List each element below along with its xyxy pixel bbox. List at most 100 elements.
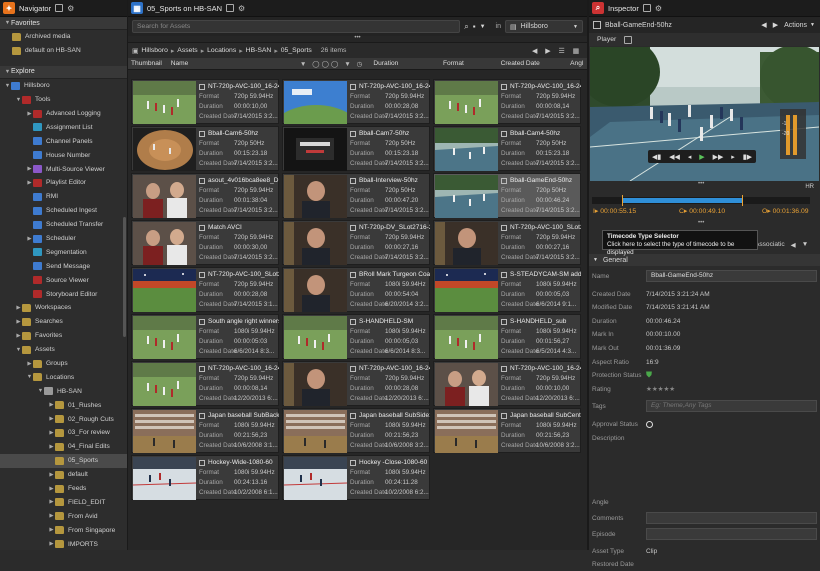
tree-item[interactable]: Scheduled Ingest [0, 204, 127, 218]
asset-thumbnail[interactable] [133, 410, 196, 453]
chevron-right-icon[interactable]: ▶ [15, 333, 22, 339]
asset-thumbnail[interactable] [133, 363, 196, 406]
asset-card[interactable]: S-STEADYCAM-SM addfo Format 1080i 59.94Hz D… [433, 267, 581, 312]
tree-item[interactable]: Scheduled Transfer [0, 218, 127, 232]
asset-thumbnail[interactable] [284, 175, 347, 218]
asset-thumbnail[interactable] [284, 410, 347, 453]
asset-thumbnail[interactable] [435, 128, 498, 171]
tree-item[interactable]: ▶ Searches [0, 315, 127, 329]
tree-item[interactable]: RMI [0, 190, 127, 204]
video-player[interactable]: -1 -20 ◀▮ ◀◀ ◂ ▶ ▶▶ ▸ ▮▶ [590, 47, 819, 181]
asset-card[interactable]: Bball-Cam4-50hz Format 720p 50Hz Duration 00… [433, 126, 581, 171]
timeline-mark-in[interactable] [622, 195, 623, 206]
asset-card[interactable]: NT-720p-AVC-100_16-24... Format 720p 59.94… [433, 79, 581, 124]
asset-checkbox[interactable] [501, 412, 507, 419]
asset-checkbox[interactable] [199, 83, 205, 90]
chevron-right-icon[interactable]: ▶ [26, 236, 33, 242]
chevron-right-icon[interactable]: ▶ [15, 305, 22, 311]
column-thumbnail[interactable]: Thumbnail [128, 60, 168, 67]
column-format[interactable]: Format [440, 60, 498, 67]
breadcrumb-item[interactable]: 05_Sports [281, 47, 312, 54]
asset-card[interactable]: Hockey -Close-1080-60 Format 1080i 59.94Hz… [282, 455, 430, 500]
asset-thumbnail[interactable] [133, 457, 196, 500]
breadcrumb-item[interactable]: Hillsboro [141, 47, 167, 54]
approval-status-icon[interactable] [646, 420, 653, 428]
tree-item[interactable]: ▼ Assets [0, 343, 127, 357]
asset-thumbnail[interactable] [133, 81, 196, 124]
asset-checkbox[interactable] [501, 224, 507, 231]
asset-card[interactable]: NT-720p-DV_SLot2716-3... Format 720p 59.94… [282, 220, 430, 265]
asset-checkbox[interactable] [501, 365, 507, 372]
asset-thumbnail[interactable] [435, 81, 498, 124]
tree-item[interactable]: ▼ HB-SAN [0, 384, 127, 398]
chevron-right-icon[interactable]: ▶ [26, 166, 33, 172]
search-input[interactable]: Search for Assets [132, 20, 461, 33]
asset-card[interactable]: Bball-GameEnd-50hz Format 720p 50Hz Duratio… [433, 173, 581, 218]
explore-section-header[interactable]: ▼ Explore [0, 65, 127, 79]
favorite-item[interactable]: default on HB-SAN [0, 44, 127, 58]
asset-thumbnail[interactable] [435, 269, 498, 312]
chevron-right-icon[interactable]: ▶ [48, 541, 55, 547]
asset-thumbnail[interactable] [284, 128, 347, 171]
asset-card[interactable]: Match AVCI Format 720p 59.94Hz Duration 00:0… [131, 220, 279, 265]
chevron-right-icon[interactable]: ▶ [48, 499, 55, 505]
chevron-right-icon[interactable]: ▶ [48, 486, 55, 492]
asset-thumbnail[interactable] [435, 175, 498, 218]
popout-icon[interactable] [642, 4, 651, 12]
chevron-down-icon[interactable]: ▼ [37, 388, 44, 394]
tree-item[interactable]: ▶ Favorites [0, 329, 127, 343]
chevron-down-icon[interactable]: ▼ [15, 97, 22, 103]
next-icon[interactable]: ▶ [545, 47, 550, 55]
asset-checkbox[interactable] [501, 177, 507, 184]
tab-menu-icon[interactable]: ▼ [802, 241, 809, 248]
fast-forward-icon[interactable]: ▶▶ [713, 153, 724, 161]
chevron-right-icon[interactable]: ▶ [48, 513, 55, 519]
step-forward-icon[interactable]: ▮▶ [743, 153, 752, 161]
asset-card[interactable]: S-HANDHELD-SM Format 1080i 59.94Hz Duration… [282, 314, 430, 359]
asset-thumbnail[interactable] [284, 269, 347, 312]
timecode-out[interactable]: O▸ 00:01:36.09 [762, 207, 809, 215]
tab-scroll-left-icon[interactable]: ◀ [791, 241, 796, 249]
asset-card[interactable]: Hockey-Wide-1080-60 Format 1080i 59.94Hz Du… [131, 455, 279, 500]
asset-card[interactable]: South angle right winners Format 1080i 59.… [131, 314, 279, 359]
column-angle[interactable]: Angl [567, 60, 587, 67]
asset-card[interactable]: NT-720p-AVC-100_16-24... Format 720p 59.94… [433, 361, 581, 406]
view-grid-icon[interactable]: ▦ [573, 47, 579, 55]
view-list-icon[interactable]: ☰ [558, 47, 564, 55]
asset-checkbox[interactable] [350, 365, 356, 372]
asset-checkbox[interactable] [199, 365, 205, 372]
timecode-in[interactable]: I▸ 00:00:55.15 [593, 207, 636, 215]
asset-card[interactable]: BRoll Mark Turgeon Coac... Format1080i 59… [282, 267, 430, 312]
popout-icon[interactable] [55, 4, 64, 12]
tree-item[interactable]: ▶ Workspaces [0, 301, 127, 315]
rating-stars[interactable]: ★★★★★ [646, 385, 675, 393]
asset-checkbox[interactable] [501, 83, 507, 90]
breadcrumb-item[interactable]: HB-SAN [246, 47, 272, 54]
play-icon[interactable]: ▶ [699, 153, 704, 161]
asset-thumbnail[interactable] [133, 128, 196, 171]
asset-checkbox[interactable] [501, 130, 507, 137]
property-value[interactable]: Bball-GameEnd-50hz [646, 270, 817, 282]
asset-thumbnail[interactable] [435, 316, 498, 359]
asset-thumbnail[interactable] [435, 222, 498, 265]
tree-item[interactable]: ▶ Scheduler [0, 232, 127, 246]
asset-checkbox[interactable] [501, 271, 507, 278]
chevron-right-icon[interactable]: ▶ [48, 444, 55, 450]
asset-checkbox[interactable] [199, 271, 205, 278]
asset-card[interactable]: Japan baseball SubSide10... Format1080i 5… [282, 408, 430, 453]
chevron-right-icon[interactable]: ▶ [48, 527, 55, 533]
chevron-down-icon[interactable]: ▼ [15, 347, 22, 353]
asset-checkbox[interactable] [350, 412, 356, 419]
tree-item[interactable]: ▶ FIELD_EDIT [0, 496, 127, 510]
asset-thumbnail[interactable] [435, 363, 498, 406]
navigator-scrollbar[interactable] [123, 217, 126, 337]
tree-item[interactable]: Assignment List [0, 120, 127, 134]
asset-card[interactable]: S-HANDHELD_sub Format 1080i 59.94Hz Duratio… [433, 314, 581, 359]
asset-thumbnail[interactable] [284, 363, 347, 406]
save-search-icon[interactable]: ▪ [473, 22, 476, 31]
asset-checkbox[interactable] [350, 459, 356, 466]
asset-card[interactable]: NT-720p-AVC-100_16-24... Format 720p 59.94… [131, 361, 279, 406]
asset-card[interactable]: Bball-Cam7-50hz Format 720p 50Hz Duration 00… [282, 126, 430, 171]
property-value[interactable] [646, 528, 817, 540]
column-toolbar-icons[interactable]: ▼ ◯◯◯ ▼ ◷ [297, 60, 371, 68]
